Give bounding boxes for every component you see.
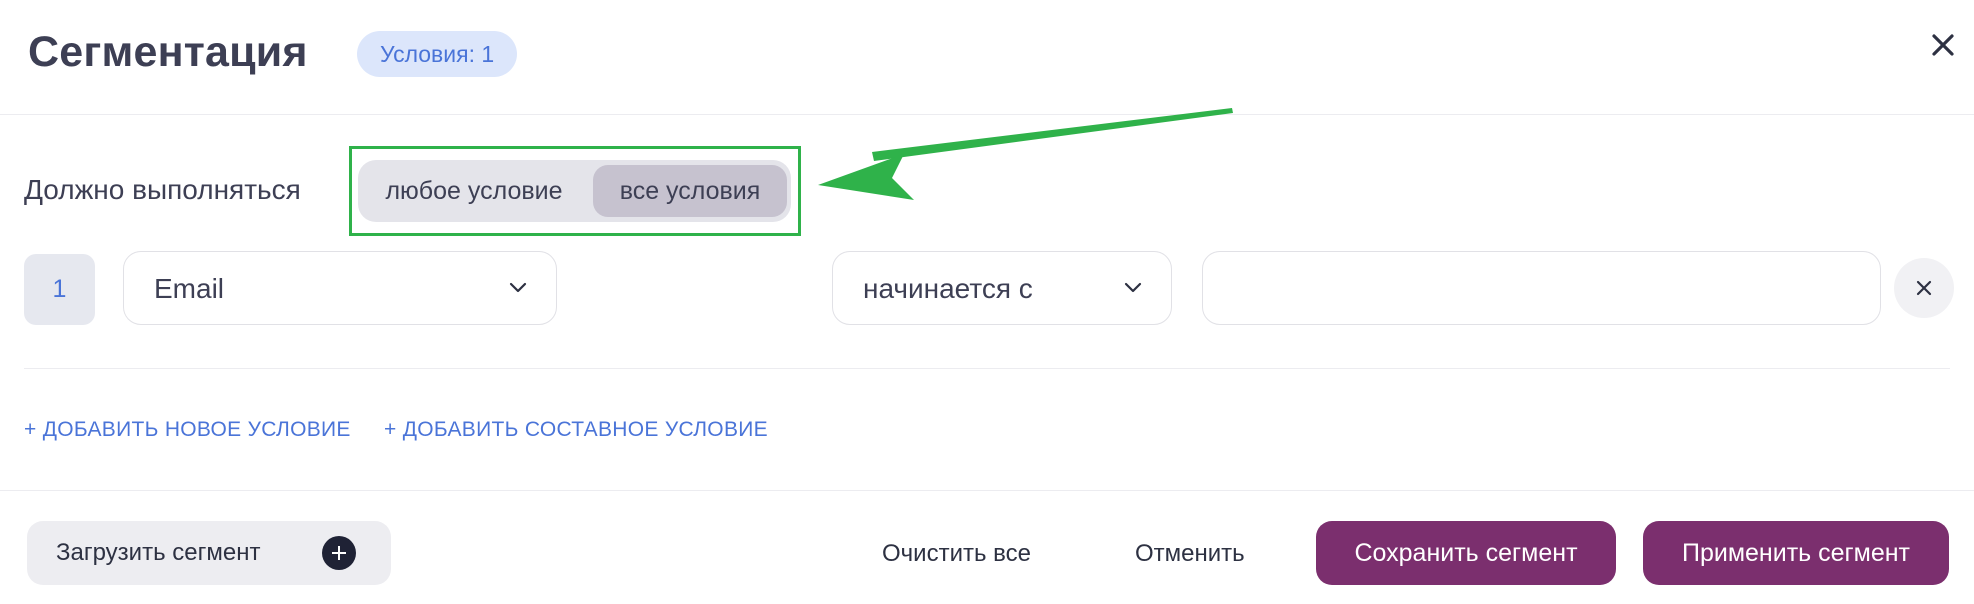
toggle-option-all[interactable]: все условия (593, 165, 787, 217)
page-title: Сегментация (28, 28, 308, 76)
apply-segment-button[interactable]: Применить сегмент (1643, 521, 1949, 585)
close-button[interactable] (1920, 22, 1966, 68)
operator-select-value: начинается с (863, 273, 1033, 304)
add-composite-condition-link[interactable]: + ДОБАВИТЬ СОСТАВНОЕ УСЛОВИЕ (384, 418, 768, 442)
toggle-option-any[interactable]: любое условие (360, 160, 588, 222)
operator-select[interactable]: начинается с (832, 251, 1172, 325)
footer-divider (0, 490, 1974, 491)
conditions-count-badge: Условия: 1 (357, 31, 518, 77)
match-mode-toggle[interactable]: любое условие все условия (358, 160, 791, 222)
conditions-divider (24, 368, 1950, 369)
remove-condition-button[interactable] (1894, 258, 1954, 318)
load-segment-label: Загрузить сегмент (56, 539, 261, 566)
load-segment-button[interactable]: Загрузить сегмент (27, 521, 391, 585)
field-select[interactable]: Email (123, 251, 557, 325)
save-segment-button[interactable]: Сохранить сегмент (1316, 521, 1616, 585)
condition-value-input[interactable] (1202, 251, 1881, 325)
match-mode-label: Должно выполняться (24, 174, 301, 205)
clear-all-button[interactable]: Очистить все (882, 524, 1031, 584)
close-icon (1932, 34, 1954, 56)
chevron-down-icon (1124, 282, 1142, 293)
field-select-value: Email (154, 273, 225, 304)
chevron-down-icon (509, 282, 527, 293)
plus-circle-icon (322, 536, 356, 570)
cancel-button[interactable]: Отменить (1135, 524, 1245, 584)
green-arrow-annotation (818, 108, 1233, 200)
remove-condition-icon (1916, 280, 1932, 296)
add-condition-link[interactable]: + ДОБАВИТЬ НОВОЕ УСЛОВИЕ (24, 418, 351, 442)
condition-number: 1 (24, 254, 95, 325)
modal-header: Сегментация Условия: 1 (0, 0, 1974, 115)
